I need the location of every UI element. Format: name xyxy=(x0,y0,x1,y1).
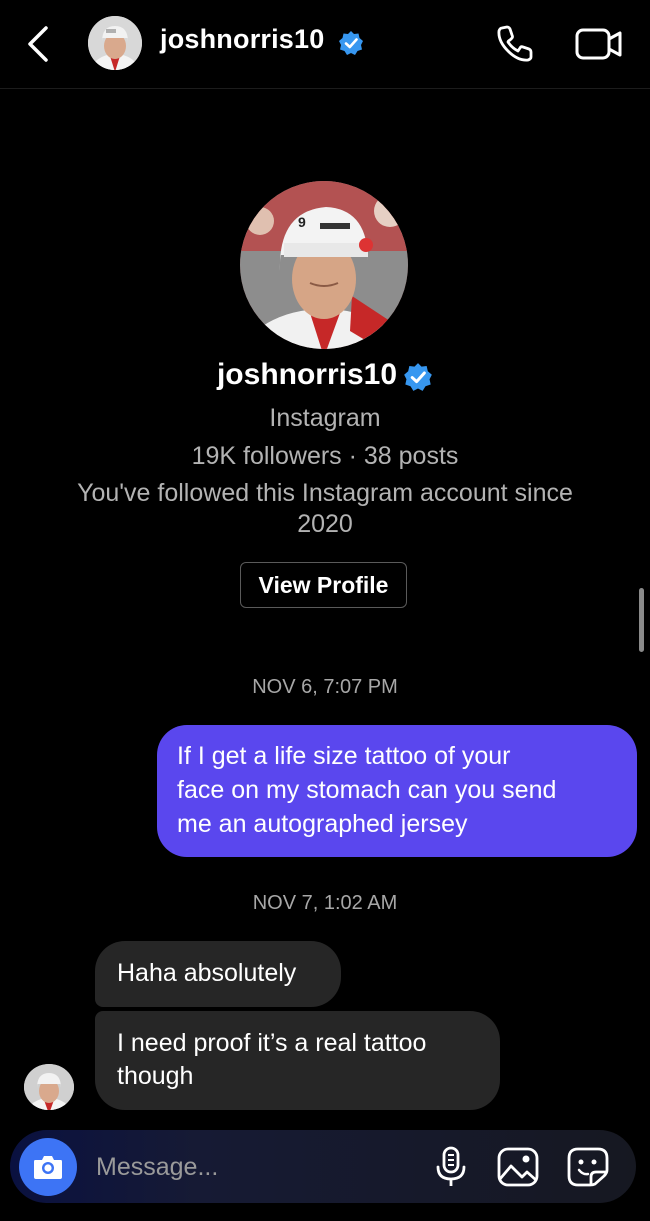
message-composer xyxy=(10,1130,636,1203)
message-text-line: me an autographed jersey xyxy=(177,810,468,838)
message-text-line: If I get a life size tattoo of your xyxy=(177,742,511,770)
profile-follow-note: You've followed this Instagram account s… xyxy=(77,479,573,507)
timestamp: NOV 7, 1:02 AM xyxy=(252,892,398,914)
sender-avatar[interactable] xyxy=(24,1064,74,1110)
profile-avatar[interactable]: 9 xyxy=(240,181,408,349)
header-avatar[interactable] xyxy=(88,16,142,70)
message-text: Haha absolutely xyxy=(117,959,297,987)
scrollbar[interactable] xyxy=(639,588,644,652)
profile-username: joshnorris10 xyxy=(216,358,398,391)
microphone-icon[interactable] xyxy=(434,1145,468,1189)
profile-platform: Instagram xyxy=(269,404,381,432)
message-text-line: though xyxy=(117,1062,194,1090)
received-message-bubble[interactable]: I need proof it’s a real tattoo though xyxy=(95,1011,500,1110)
message-text-line: face on my stomach can you send xyxy=(177,776,557,804)
camera-button[interactable] xyxy=(19,1138,77,1196)
sent-message-bubble[interactable]: If I get a life size tattoo of your face… xyxy=(157,725,637,857)
verified-badge-icon xyxy=(404,363,432,391)
phone-icon[interactable] xyxy=(494,22,538,66)
video-camera-icon[interactable] xyxy=(574,24,624,64)
profile-follow-year: 2020 xyxy=(297,510,353,538)
header-username[interactable]: joshnorris10 xyxy=(160,24,324,55)
message-input[interactable] xyxy=(94,1144,398,1190)
back-arrow-icon[interactable] xyxy=(22,24,56,64)
timestamp: NOV 6, 7:07 PM xyxy=(252,676,398,698)
camera-icon xyxy=(34,1156,62,1179)
svg-text:9: 9 xyxy=(298,214,306,230)
view-profile-button[interactable]: View Profile xyxy=(240,562,407,608)
gallery-icon[interactable] xyxy=(496,1146,540,1188)
profile-name-row: joshnorris10 xyxy=(0,358,650,392)
profile-stats: 19K followers · 38 posts xyxy=(191,442,459,470)
message-text-line: I need proof it’s a real tattoo xyxy=(117,1029,427,1057)
verified-badge-icon xyxy=(339,31,363,55)
chat-header: joshnorris10 xyxy=(0,0,650,89)
sticker-icon[interactable] xyxy=(566,1146,610,1188)
received-message-bubble[interactable]: Haha absolutely xyxy=(95,941,341,1007)
